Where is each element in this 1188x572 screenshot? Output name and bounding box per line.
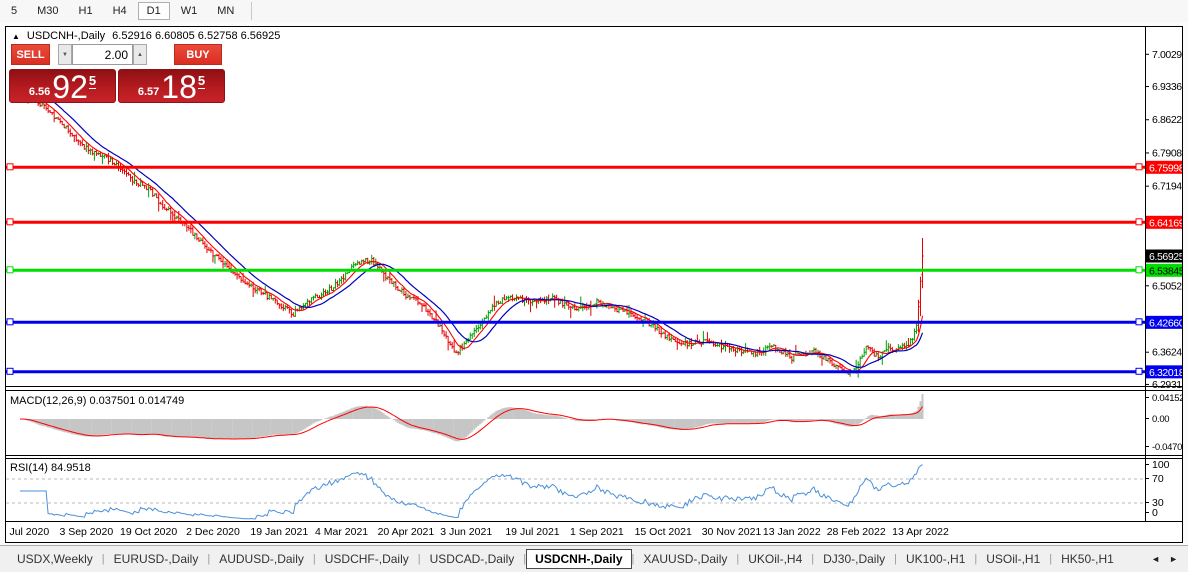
price-tick-label: 6.29310 [1152, 379, 1182, 391]
toolbar-separator [251, 2, 253, 20]
volume-input[interactable] [72, 44, 133, 65]
buy-button[interactable]: BUY [174, 44, 222, 65]
hline-handle-left-6.53845[interactable] [6, 266, 14, 274]
chart-window: 7.00290 6.93360 6.86220 6.79080 6.71940 6.505… [5, 26, 1183, 543]
price-tick-label: 6.36240 [1152, 347, 1182, 359]
rsi-axis-label: 0 [1152, 507, 1158, 519]
chart-symbol-label: USDCNH-,Daily [26, 30, 106, 42]
timeframe-d1[interactable]: D1 [137, 2, 170, 20]
hline-handle-right-6.53845[interactable] [1135, 266, 1143, 274]
tab-xauusd-daily[interactable]: XAUUSD-,Daily [634, 549, 736, 569]
timeframe-5[interactable]: 5 [2, 2, 26, 20]
tab-ukoil-h4[interactable]: UKOil-,H4 [739, 549, 811, 569]
tab-usdcnh-daily[interactable]: USDCNH-,Daily [526, 549, 632, 569]
chart-header: ▲ USDCNH-,Daily 6.52916 6.60805 6.52758 … [12, 30, 280, 42]
tab-audusd-daily[interactable]: AUDUSD-,Daily [210, 549, 313, 569]
trade-panel: SELL ▼ ▲ BUY 6.56 92 5 6.57 18 5 [9, 44, 229, 104]
date-label: 21 Jul 2020 [6, 526, 49, 538]
timeframe-h4[interactable]: H4 [104, 2, 136, 20]
date-label: 19 Jul 2021 [505, 526, 559, 538]
volume-increment-button[interactable]: ▲ [133, 44, 147, 65]
macd-axis-label: 0.041528 [1152, 393, 1182, 404]
date-label: 28 Feb 2022 [827, 526, 886, 538]
date-label: 3 Sep 2020 [59, 526, 113, 538]
timeframe-w1[interactable]: W1 [172, 2, 207, 20]
ma-slow-line [51, 99, 924, 369]
tabs-scroll-left-icon[interactable]: ◄ [1151, 554, 1160, 564]
level-badge-6.32018-text: 6.32018 [1149, 367, 1182, 379]
tabs-scroll-right-icon[interactable]: ► [1169, 554, 1178, 564]
buy-price-box[interactable]: 6.57 18 5 [118, 69, 225, 103]
date-label: 13 Apr 2022 [892, 526, 949, 538]
timeframe-toolbar: 5 M30 H1 H4 D1 W1 MN [0, 0, 1188, 22]
tab-uk100-h1[interactable]: UK100-,H1 [897, 549, 974, 569]
date-label: 4 Mar 2021 [315, 526, 368, 538]
hline-handle-right-6.75998[interactable] [1135, 163, 1143, 171]
price-tick-label: 6.50520 [1152, 280, 1182, 292]
hline-handle-right-6.32018[interactable] [1135, 367, 1143, 375]
level-badge-6.64169-text: 6.64169 [1149, 217, 1182, 229]
tab-usdcad-daily[interactable]: USDCAD-,Daily [421, 549, 524, 569]
volume-decrement-button[interactable]: ▼ [58, 44, 72, 65]
date-label: 19 Jan 2021 [250, 526, 308, 538]
sell-price-box[interactable]: 6.56 92 5 [9, 69, 116, 103]
candles-up [28, 91, 918, 378]
level-badge-6.75998-text: 6.75998 [1149, 162, 1182, 174]
candles-down [18, 82, 924, 375]
price-tick-label: 6.93360 [1152, 81, 1182, 93]
buy-price-prefix: 6.57 [137, 86, 160, 98]
hline-handle-right-6.42660[interactable] [1135, 318, 1143, 326]
date-label: 13 Jan 2022 [763, 526, 821, 538]
buy-price-big: 18 [161, 69, 197, 105]
date-label: 1 Sep 2021 [570, 526, 624, 538]
chart-ohlc-values: 6.52916 6.60805 6.52758 6.56925 [112, 30, 281, 42]
level-badge-6.53845-text: 6.53845 [1149, 265, 1182, 277]
buy-price-pip: 5 [197, 73, 206, 89]
hline-handle-left-6.42660[interactable] [6, 318, 14, 326]
timeframe-m30[interactable]: M30 [28, 2, 67, 20]
tab-usdx-weekly[interactable]: USDX,Weekly [8, 549, 102, 569]
price-tick-label: 6.79080 [1152, 147, 1182, 159]
level-badge-6.42660-text: 6.42660 [1149, 317, 1182, 329]
tab-eurusd-daily[interactable]: EURUSD-,Daily [105, 549, 208, 569]
symbol-tabbar: USDX,Weekly | EURUSD-,Daily | AUDUSD-,Daily |… [0, 548, 1123, 570]
current-price-badge-text: 6.56925 [1149, 251, 1182, 263]
macd-axis-label: -0.04707 [1152, 442, 1182, 453]
date-label: 2 Dec 2020 [186, 526, 240, 538]
chevron-down-icon: ▼ [62, 51, 68, 58]
date-label: 30 Nov 2021 [702, 526, 762, 538]
rsi-label: RSI(14) 84.9518 [10, 462, 91, 474]
sell-button[interactable]: SELL [11, 44, 50, 65]
tabbar-wrap: USDX,Weekly | EURUSD-,Daily | AUDUSD-,Daily |… [0, 545, 1188, 572]
mt4-screen: 5M30H1H4D1W1MN 7.002906.933606.862206.79… [0, 0, 1188, 572]
rsi-axis-label: 70 [1152, 473, 1164, 485]
timeframe-mn[interactable]: MN [208, 2, 243, 20]
hline-handle-right-6.64169[interactable] [1135, 218, 1143, 226]
chevron-up-icon: ▲ [137, 51, 143, 58]
price-tick-label: 7.00290 [1152, 49, 1182, 61]
tab-dj30-daily[interactable]: DJ30-,Daily [814, 549, 894, 569]
rsi-axis-label: 100 [1152, 459, 1170, 471]
date-label: 15 Oct 2021 [635, 526, 692, 538]
date-label: 19 Oct 2020 [120, 526, 177, 538]
price-tick-label: 6.86220 [1152, 114, 1182, 126]
collapse-chart-icon[interactable]: ▲ [12, 32, 20, 41]
macd-axis-label: 0.00 [1152, 414, 1169, 425]
sell-price-pip: 5 [88, 73, 97, 89]
tab-usoil-h1[interactable]: USOil-,H1 [977, 549, 1049, 569]
tabbar-scroll: ◄ ► [1151, 554, 1188, 564]
price-tick-label: 6.71940 [1152, 181, 1182, 193]
timeframe-h1[interactable]: H1 [70, 2, 102, 20]
hline-handle-left-6.64169[interactable] [6, 218, 14, 226]
tab-hk50-h1[interactable]: HK50-,H1 [1052, 549, 1123, 569]
hline-handle-left-6.32018[interactable] [6, 367, 14, 375]
hline-handle-left-6.75998[interactable] [6, 163, 14, 171]
macd-label: MACD(12,26,9) 0.037501 0.014749 [10, 395, 184, 407]
date-label: 20 Apr 2021 [378, 526, 435, 538]
rsi-line [20, 464, 923, 520]
tab-usdchf-daily[interactable]: USDCHF-,Daily [316, 549, 418, 569]
date-label: 3 Jun 2021 [440, 526, 492, 538]
sell-price-prefix: 6.56 [28, 86, 51, 98]
sell-price-big: 92 [52, 69, 88, 105]
